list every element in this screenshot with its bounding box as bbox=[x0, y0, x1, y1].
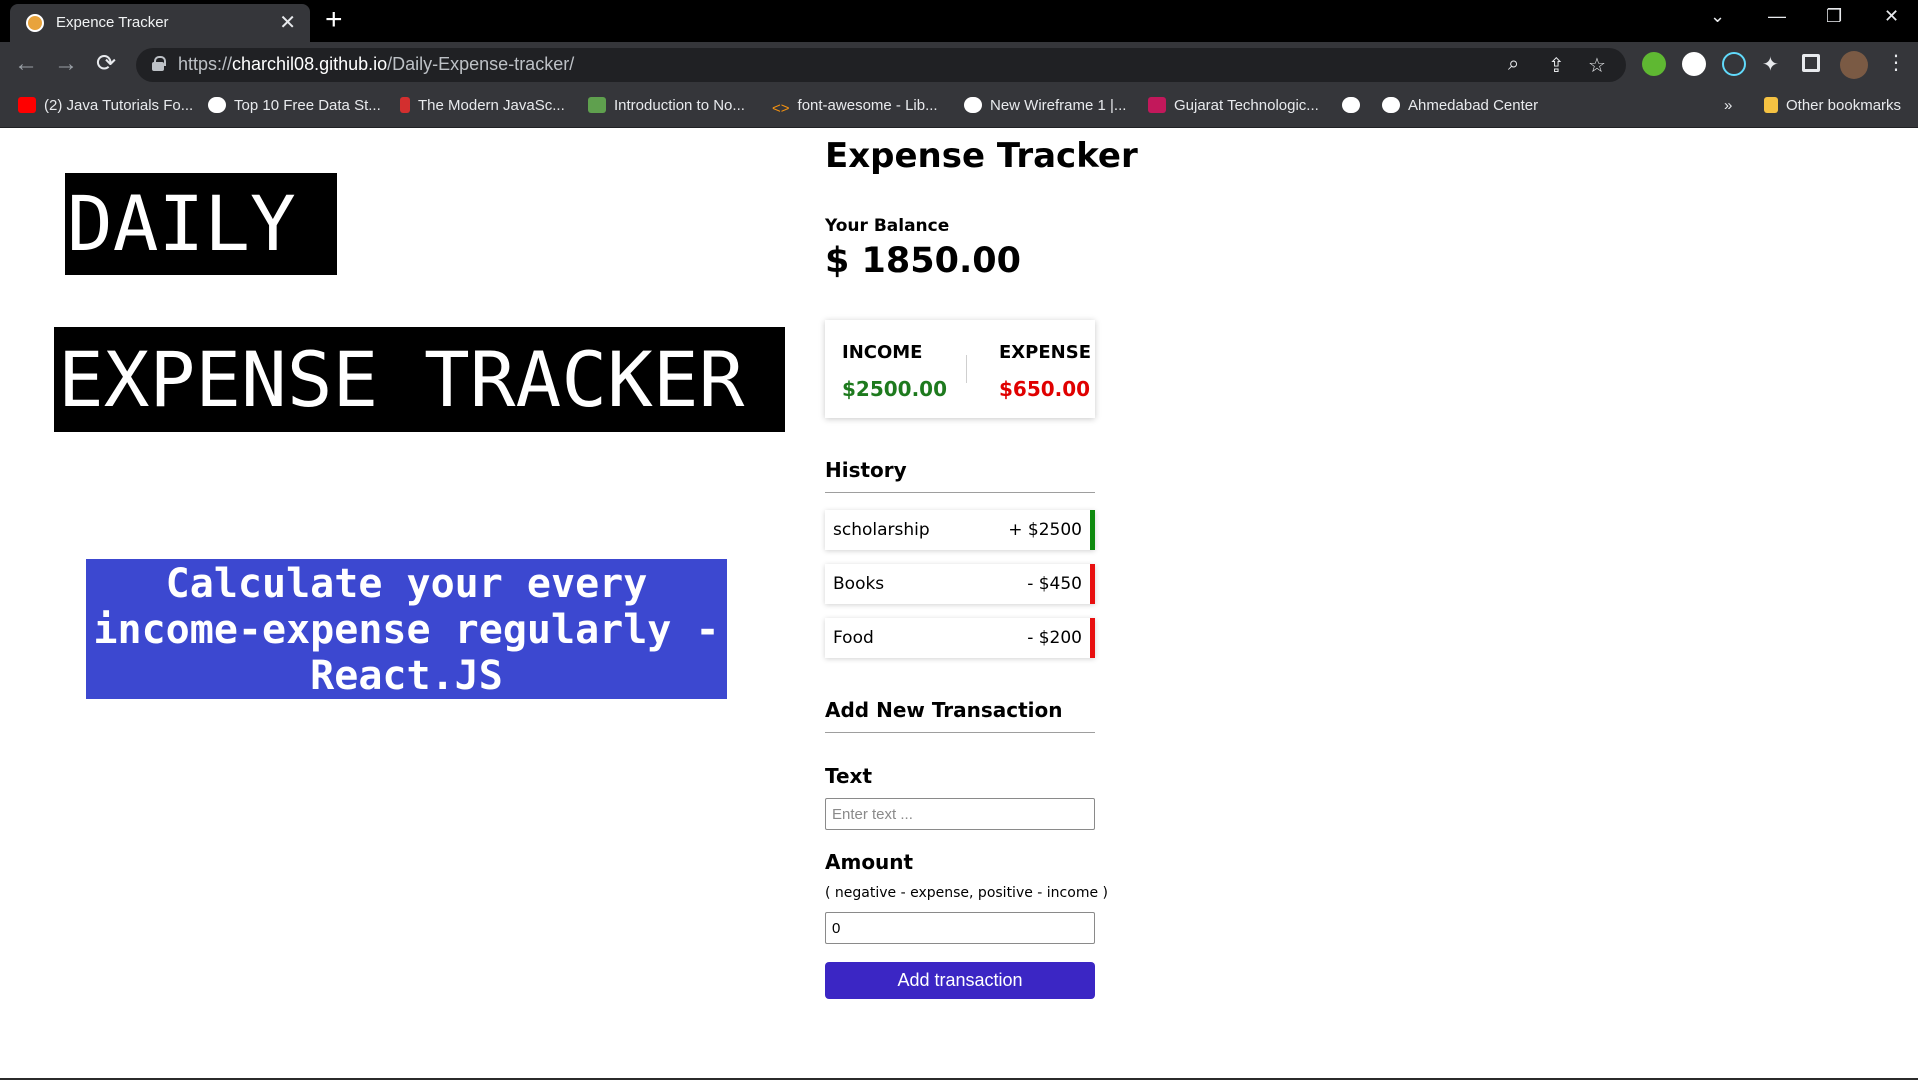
other-bookmarks[interactable]: Other bookmarks bbox=[1764, 97, 1901, 114]
tab-title: Expence Tracker bbox=[56, 14, 169, 31]
add-transaction-button[interactable]: Add transaction bbox=[825, 962, 1095, 999]
card-divider bbox=[966, 355, 967, 383]
amount-input[interactable] bbox=[825, 912, 1095, 944]
back-icon[interactable]: ← bbox=[14, 50, 38, 78]
add-transaction-heading: Add New Transaction bbox=[825, 698, 1095, 733]
history-item-amount: + $2500 bbox=[1008, 520, 1082, 540]
address-bar[interactable]: https://charchil08.github.io/Daily-Expen… bbox=[136, 48, 1626, 82]
expense-indicator bbox=[1090, 564, 1095, 604]
bookmark-star-icon[interactable]: ☆ bbox=[1588, 53, 1606, 78]
bookmark-item[interactable]: New Wireframe 1 |... bbox=[964, 97, 1126, 114]
hero-title-daily: DAILY bbox=[65, 173, 337, 275]
income-indicator bbox=[1090, 510, 1095, 550]
tab-close-icon[interactable]: ✕ bbox=[279, 10, 296, 35]
site-favicon-icon bbox=[26, 14, 44, 32]
bookmark-item[interactable]: Top 10 Free Data St... bbox=[208, 97, 381, 114]
javascript-info-icon bbox=[400, 97, 410, 113]
amount-hint: ( negative - expense, positive - income … bbox=[825, 885, 1108, 901]
code-icon: <> bbox=[772, 100, 790, 117]
extension-json-icon[interactable] bbox=[1682, 52, 1706, 76]
balance-label: Your Balance bbox=[825, 216, 950, 236]
extension-green-icon[interactable] bbox=[1642, 52, 1666, 76]
extensions-puzzle-icon[interactable]: ✦ bbox=[1762, 52, 1779, 77]
history-item[interactable]: Food - $200 bbox=[825, 618, 1095, 658]
app-title: Expense Tracker bbox=[825, 136, 1138, 176]
amount-field-label: Amount bbox=[825, 850, 914, 874]
bookmarks-overflow-button[interactable]: » bbox=[1724, 97, 1732, 114]
hero-tagline: Calculate your every income-expense regu… bbox=[86, 559, 727, 699]
side-panel-icon[interactable] bbox=[1802, 54, 1820, 72]
nodejs-icon bbox=[588, 97, 606, 113]
history-item-text: Books bbox=[833, 574, 885, 594]
text-input[interactable] bbox=[825, 798, 1095, 830]
balance-value: $ 1850.00 bbox=[825, 241, 1021, 281]
expense-label: EXPENSE bbox=[999, 342, 1091, 363]
gtu-icon bbox=[1148, 97, 1166, 113]
income-expense-card: INCOME $2500.00 EXPENSE $650.00 bbox=[825, 320, 1095, 418]
browser-tab-strip: Expence Tracker ✕ + ⌄ — ❐ ✕ bbox=[0, 0, 1918, 42]
bookmark-item[interactable]: (2) Java Tutorials Fo... bbox=[18, 97, 193, 114]
bookmark-item[interactable]: <> font-awesome - Lib... bbox=[772, 97, 938, 117]
globe-icon bbox=[1342, 97, 1360, 113]
browser-menu-icon[interactable]: ⋮ bbox=[1886, 50, 1906, 75]
expense-value: $650.00 bbox=[999, 377, 1091, 401]
history-item[interactable]: Books - $450 bbox=[825, 564, 1095, 604]
income-label: INCOME bbox=[842, 342, 923, 363]
lock-icon[interactable] bbox=[152, 56, 166, 71]
share-icon[interactable]: ⇪ bbox=[1548, 53, 1565, 78]
bookmark-item[interactable]: Introduction to No... bbox=[588, 97, 745, 114]
tab-search-chevron-icon[interactable]: ⌄ bbox=[1710, 6, 1725, 27]
bookmark-item[interactable] bbox=[1342, 97, 1368, 114]
url-text[interactable]: https://charchil08.github.io/Daily-Expen… bbox=[178, 54, 574, 75]
income-value: $2500.00 bbox=[842, 377, 948, 401]
folder-icon bbox=[1764, 97, 1778, 113]
globe-icon bbox=[1382, 97, 1400, 113]
history-item-amount: - $200 bbox=[1027, 628, 1082, 648]
browser-toolbar: ← → ⟳ https://charchil08.github.io/Daily… bbox=[0, 42, 1918, 88]
text-field-label: Text bbox=[825, 764, 873, 788]
history-heading: History bbox=[825, 458, 1095, 493]
restore-icon[interactable]: ❐ bbox=[1826, 6, 1842, 27]
history-item-text: Food bbox=[833, 628, 874, 648]
medium-icon bbox=[208, 97, 226, 113]
new-tab-button[interactable]: + bbox=[325, 4, 343, 36]
zoom-icon[interactable]: ⌕ bbox=[1508, 53, 1519, 76]
bookmark-item[interactable]: Gujarat Technologic... bbox=[1148, 97, 1319, 114]
reload-icon[interactable]: ⟳ bbox=[96, 50, 116, 78]
bookmark-item[interactable]: Ahmedabad Center bbox=[1382, 97, 1538, 114]
history-item-text: scholarship bbox=[833, 520, 930, 540]
react-devtools-icon[interactable] bbox=[1722, 52, 1746, 76]
browser-tab[interactable]: Expence Tracker ✕ bbox=[10, 4, 310, 42]
youtube-icon bbox=[18, 97, 36, 113]
bookmark-item[interactable]: The Modern JavaSc... bbox=[400, 97, 565, 114]
bookmarks-bar: (2) Java Tutorials Fo... Top 10 Free Dat… bbox=[0, 88, 1918, 128]
expense-indicator bbox=[1090, 618, 1095, 658]
forward-icon[interactable]: → bbox=[54, 50, 78, 78]
smiley-icon bbox=[964, 97, 982, 113]
hero-title-expense-tracker: EXPENSE TRACKER bbox=[54, 327, 785, 432]
profile-avatar[interactable] bbox=[1840, 51, 1868, 79]
history-item[interactable]: scholarship + $2500 bbox=[825, 510, 1095, 550]
history-item-amount: - $450 bbox=[1027, 574, 1082, 594]
page-content: DAILY EXPENSE TRACKER Calculate your eve… bbox=[0, 128, 1918, 1080]
minimize-icon[interactable]: — bbox=[1768, 6, 1786, 27]
window-close-icon[interactable]: ✕ bbox=[1884, 6, 1899, 27]
